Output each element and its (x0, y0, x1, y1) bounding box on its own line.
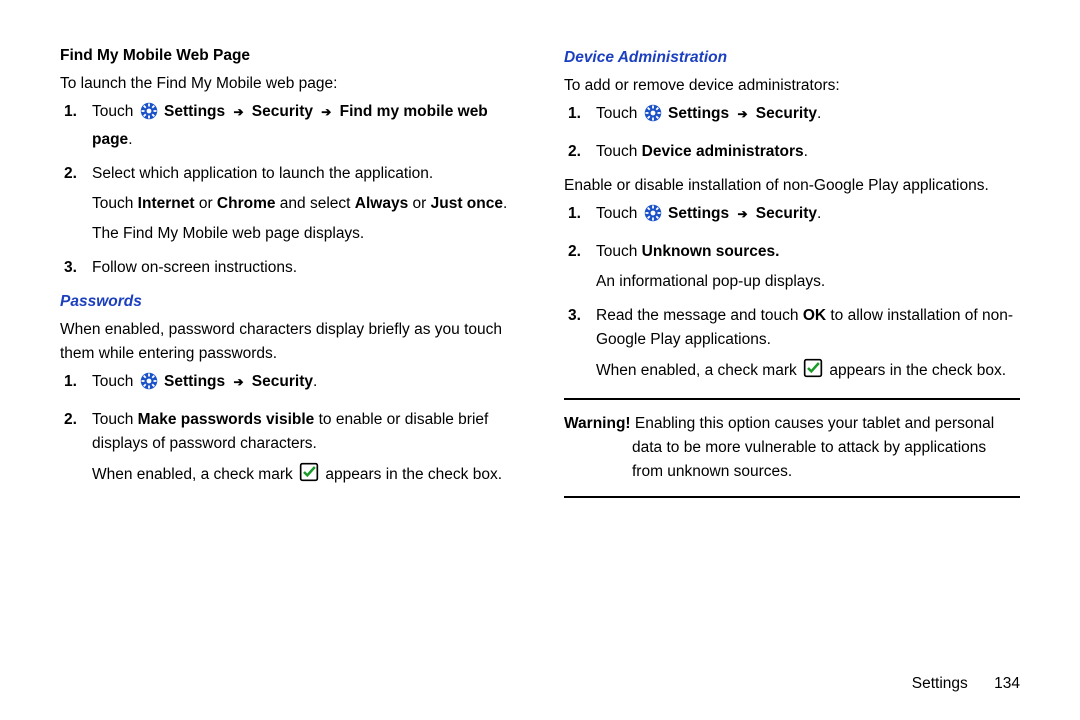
step-3: 3. Read the message and touch OK to allo… (594, 304, 1020, 386)
step-1: 1. Touch Settings ➔ Security. (594, 202, 1020, 230)
subsection-heading-device-admin: Device Administration (564, 46, 1020, 70)
device-admin-intro: To add or remove device administrators: (564, 74, 1020, 98)
step-2: 2. Select which application to launch th… (90, 162, 516, 246)
subsection-heading-passwords: Passwords (60, 290, 516, 314)
divider (564, 496, 1020, 498)
left-column: Find My Mobile Web Page To launch the Fi… (60, 40, 516, 510)
arrow-icon: ➔ (737, 105, 747, 124)
footer-section: Settings (912, 675, 968, 692)
settings-gear-icon (140, 102, 158, 128)
page-number: 134 (994, 675, 1020, 692)
intro-text: To launch the Find My Mobile web page: (60, 72, 516, 96)
step-2: 2. Touch Make passwords visible to enabl… (90, 408, 516, 490)
steps-device-admin: 1. Touch Settings ➔ Security. 2. Touch D… (564, 102, 1020, 164)
passwords-intro: When enabled, password characters displa… (60, 318, 516, 366)
arrow-icon: ➔ (321, 103, 331, 122)
step-2: 2. Touch Unknown sources. An information… (594, 240, 1020, 294)
steps-passwords: 1. Touch Settings ➔ Security. 2. Touch M… (60, 370, 516, 490)
page-footer: Settings 134 (912, 672, 1020, 696)
divider (564, 398, 1020, 400)
step-1: 1. Touch Settings ➔ Security. (90, 370, 516, 398)
checkmark-icon (299, 462, 319, 490)
arrow-icon: ➔ (233, 103, 243, 122)
settings-gear-icon (140, 372, 158, 398)
step-1: 1. Touch Settings ➔ Security. (594, 102, 1020, 130)
arrow-icon: ➔ (737, 205, 747, 224)
section-heading-find-my-mobile: Find My Mobile Web Page (60, 44, 516, 68)
step-2: 2. Touch Device administrators. (594, 140, 1020, 164)
warning-text: Warning! Enabling this option causes you… (564, 412, 1020, 484)
step-3: 3. Follow on-screen instructions. (90, 256, 516, 280)
right-column: Device Administration To add or remove d… (564, 40, 1020, 510)
steps-unknown-sources: 1. Touch Settings ➔ Security. 2. Touch U… (564, 202, 1020, 386)
settings-gear-icon (644, 204, 662, 230)
unknown-sources-intro: Enable or disable installation of non-Go… (564, 174, 1020, 198)
checkmark-icon (803, 358, 823, 386)
arrow-icon: ➔ (233, 373, 243, 392)
settings-gear-icon (644, 104, 662, 130)
step-1: 1. Touch Settings ➔ Security ➔ Find my m… (90, 100, 516, 152)
steps-find-my-mobile: 1. Touch Settings ➔ Security ➔ Find my m… (60, 100, 516, 280)
